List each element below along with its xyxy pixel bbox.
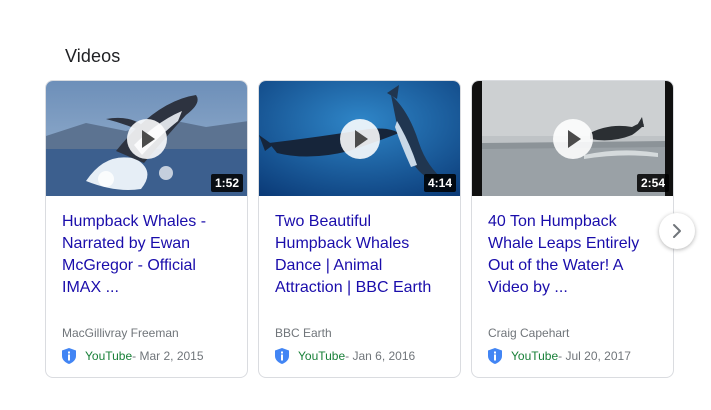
video-card[interactable]: 1:52 Humpback Whales - Narrated by Ewan … bbox=[45, 80, 248, 378]
video-date: - Jan 6, 2016 bbox=[345, 349, 416, 363]
chevron-right-icon bbox=[673, 224, 681, 238]
video-site: YouTube bbox=[85, 349, 133, 363]
video-thumbnail[interactable]: 1:52 bbox=[46, 81, 247, 196]
previous-results-strip bbox=[62, 0, 392, 2]
video-site: YouTube bbox=[511, 349, 559, 363]
video-title[interactable]: 40 Ton Humpback Whale Leaps Entirely Out… bbox=[488, 211, 664, 299]
video-date: - Jul 20, 2017 bbox=[558, 349, 631, 363]
video-carousel: 1:52 Humpback Whales - Narrated by Ewan … bbox=[45, 80, 677, 380]
play-icon[interactable] bbox=[339, 118, 380, 159]
video-date: - Mar 2, 2015 bbox=[132, 349, 204, 363]
video-thumbnail[interactable]: 2:54 bbox=[472, 81, 673, 196]
video-source: YouTube - Jan 6, 2016 bbox=[275, 348, 415, 364]
video-title[interactable]: Humpback Whales - Narrated by Ewan McGre… bbox=[62, 211, 238, 299]
video-title[interactable]: Two Beautiful Humpback Whales Dance | An… bbox=[275, 211, 451, 299]
section-title: Videos bbox=[65, 46, 121, 66]
video-channel: MacGillivray Freeman bbox=[62, 326, 179, 340]
video-card[interactable]: 2:54 40 Ton Humpback Whale Leaps Entirel… bbox=[471, 80, 674, 378]
page: Videos 1:52 Humpback Whales - Narrated b… bbox=[0, 0, 711, 410]
video-source: YouTube - Jul 20, 2017 bbox=[488, 348, 631, 364]
video-duration: 4:14 bbox=[423, 174, 456, 192]
shield-icon bbox=[62, 348, 76, 364]
video-source: YouTube - Mar 2, 2015 bbox=[62, 348, 204, 364]
video-card[interactable]: 4:14 Two Beautiful Humpback Whales Dance… bbox=[258, 80, 461, 378]
video-site: YouTube bbox=[298, 349, 346, 363]
video-channel: BBC Earth bbox=[275, 326, 332, 340]
shield-icon bbox=[275, 348, 289, 364]
video-thumbnail[interactable]: 4:14 bbox=[259, 81, 460, 196]
play-icon[interactable] bbox=[552, 118, 593, 159]
video-channel: Craig Capehart bbox=[488, 326, 570, 340]
play-icon[interactable] bbox=[126, 118, 167, 159]
video-duration: 2:54 bbox=[636, 174, 669, 192]
video-duration: 1:52 bbox=[210, 174, 243, 192]
shield-icon bbox=[488, 348, 502, 364]
carousel-next-button[interactable] bbox=[659, 213, 695, 249]
